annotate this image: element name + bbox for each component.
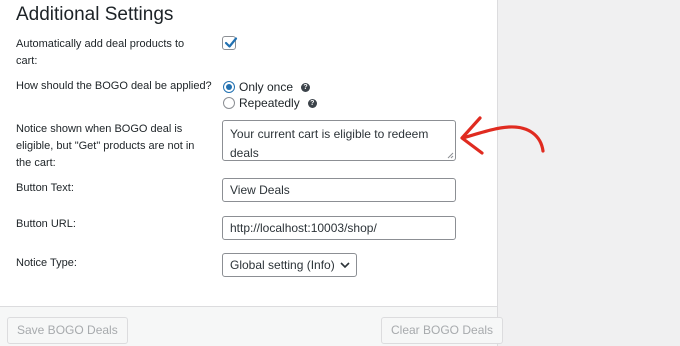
footer-bar: Save BOGO Deals Clear BOGO Deals	[0, 306, 504, 346]
help-icon[interactable]: ?	[301, 82, 311, 92]
notice-label-line1: Notice shown when BOGO deal is	[16, 123, 183, 135]
radio-repeatedly[interactable]	[223, 97, 235, 109]
notice-label: Notice shown when BOGO deal is eligible,…	[16, 121, 194, 172]
checkmark-icon	[224, 37, 238, 48]
button-url-label: Button URL:	[16, 218, 76, 230]
red-arrow-icon	[460, 116, 545, 155]
button-text-label: Button Text:	[16, 182, 74, 194]
apply-option-repeat[interactable]: Repeatedly ?	[223, 96, 317, 110]
chevron-down-icon	[340, 262, 350, 269]
auto-add-label-line1: Automatically add deal products to	[16, 38, 185, 50]
apply-option-once[interactable]: Only once ?	[223, 80, 311, 94]
notice-type-select[interactable]: Global setting (Info)	[222, 253, 357, 277]
notice-type-value: Global setting (Info)	[230, 258, 335, 272]
notice-type-label: Notice Type:	[16, 257, 77, 269]
notice-text-line1: Your current cart is eligible to redeem	[230, 127, 429, 141]
settings-panel: Additional Settings Automatically add de…	[0, 0, 504, 346]
section-title: Additional Settings	[16, 4, 174, 25]
radio-once[interactable]	[223, 81, 235, 93]
save-bogo-deals-button[interactable]: Save BOGO Deals	[7, 317, 128, 344]
apply-option-repeat-label: Repeatedly	[239, 96, 300, 110]
auto-add-label-line2: cart:	[16, 55, 38, 67]
notice-label-line3: the cart:	[16, 157, 56, 169]
auto-add-label: Automatically add deal products to cart:	[16, 36, 184, 70]
apply-label: How should the BOGO deal be applied?	[16, 80, 212, 92]
button-url-input[interactable]: http://localhost:10003/shop/	[222, 216, 456, 240]
button-text-input[interactable]: View Deals	[222, 178, 456, 202]
apply-option-once-label: Only once	[239, 80, 294, 94]
resize-grip-icon[interactable]	[447, 152, 454, 159]
help-icon[interactable]: ?	[307, 98, 317, 108]
notice-textarea[interactable]: Your current cart is eligible to redeem …	[222, 120, 456, 161]
notice-label-line2: eligible, but "Get" products are not in	[16, 140, 195, 152]
notice-text-line2: deals	[230, 146, 259, 160]
clear-bogo-deals-button[interactable]: Clear BOGO Deals	[381, 317, 504, 344]
auto-add-checkbox[interactable]	[222, 36, 238, 50]
